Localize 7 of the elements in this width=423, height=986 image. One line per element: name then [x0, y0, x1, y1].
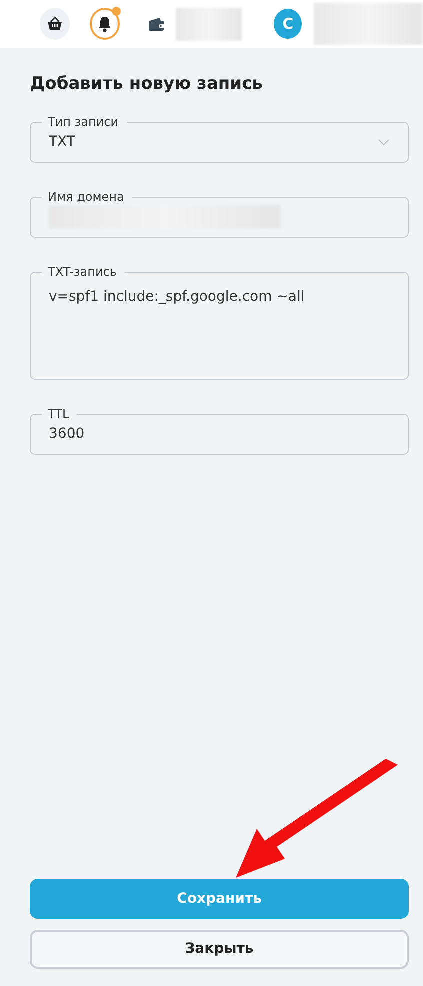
- form-title: Добавить новую запись: [30, 73, 264, 96]
- notification-button[interactable]: [90, 8, 120, 40]
- basket-icon[interactable]: [40, 8, 70, 40]
- bell-icon: [97, 16, 114, 32]
- wallet-icon[interactable]: [148, 16, 166, 32]
- close-button[interactable]: Закрыть: [30, 930, 409, 969]
- chevron-down-icon: [378, 138, 390, 146]
